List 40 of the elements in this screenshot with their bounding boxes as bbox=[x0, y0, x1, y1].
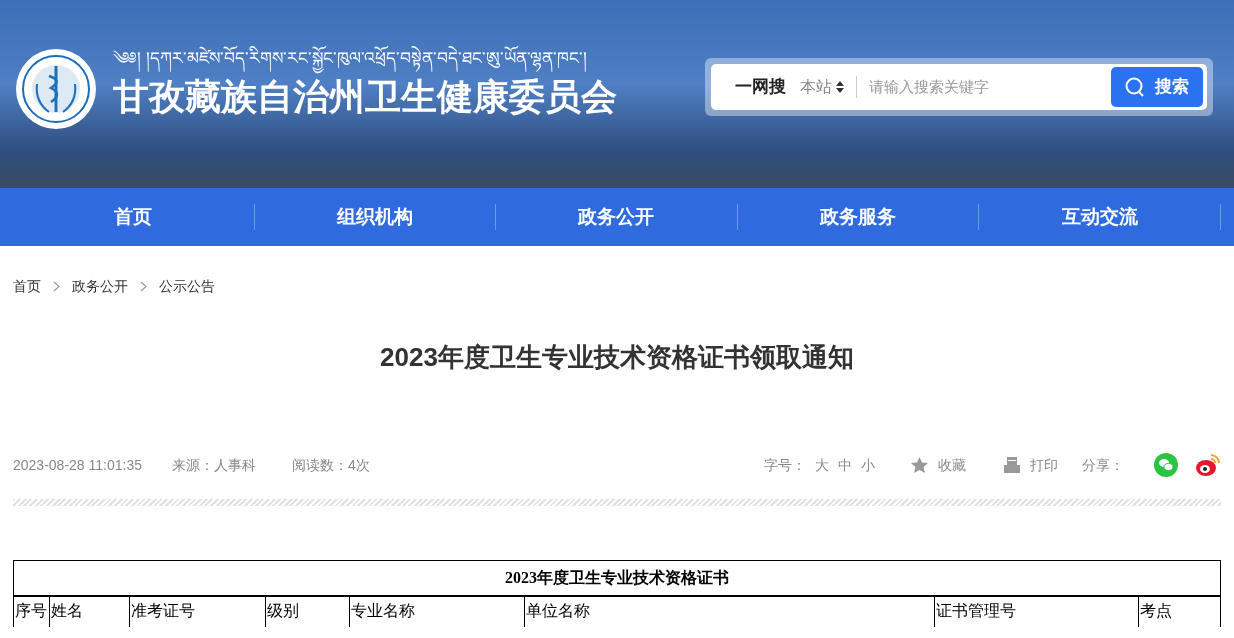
view-count: 阅读数：4次 bbox=[291, 455, 370, 475]
column-header: 级别 bbox=[266, 597, 350, 627]
font-size-option[interactable]: 小 bbox=[861, 454, 875, 476]
font-size-option[interactable]: 中 bbox=[838, 454, 852, 476]
weibo-icon[interactable] bbox=[1195, 453, 1221, 477]
favorite-link[interactable]: 收藏 bbox=[938, 454, 966, 476]
article-source: 来源：人事科 bbox=[171, 455, 256, 475]
article-title: 2023年度卫生专业技术资格证书领取通知 bbox=[379, 341, 855, 374]
star-icon bbox=[911, 457, 928, 473]
column-header: 序号 bbox=[14, 597, 50, 627]
nav-link[interactable]: 政务公开 bbox=[496, 202, 737, 232]
table-caption: 2023年度卫生专业技术资格证书 bbox=[14, 561, 1220, 597]
breadcrumb-link[interactable]: 首页 bbox=[13, 275, 41, 297]
print-link[interactable]: 打印 bbox=[1030, 454, 1058, 476]
site-name: 甘孜藏族自治州卫生健康委员会 bbox=[113, 75, 617, 119]
breadcrumb-link[interactable]: 政务公开 bbox=[72, 275, 128, 297]
search-icon bbox=[1125, 77, 1145, 97]
printer-icon bbox=[1004, 457, 1020, 473]
breadcrumb-link[interactable]: 公示公告 bbox=[159, 275, 215, 297]
chevron-right-icon bbox=[53, 280, 60, 292]
column-header: 姓名 bbox=[50, 597, 130, 627]
share-label: 分享： bbox=[1082, 455, 1124, 475]
chevron-right-icon bbox=[140, 280, 147, 292]
search-label: 一网搜 bbox=[735, 76, 786, 99]
column-header: 准考证号 bbox=[130, 597, 266, 627]
nav-link[interactable]: 互动交流 bbox=[979, 202, 1220, 232]
nav-link[interactable]: 首页 bbox=[13, 202, 254, 232]
column-header: 单位名称 bbox=[525, 597, 935, 627]
publish-date: 2023-08-28 11:01:35 bbox=[13, 455, 142, 475]
sort-caret-icon bbox=[836, 81, 844, 93]
search-button[interactable]: 搜索 bbox=[1111, 67, 1203, 107]
nav-link[interactable]: 政务服务 bbox=[737, 202, 979, 232]
column-header: 证书管理号 bbox=[935, 597, 1139, 627]
search-input[interactable]: 请输入搜索关键字 bbox=[869, 75, 1111, 99]
font-size-label: 字号： bbox=[764, 455, 806, 475]
column-header: 专业名称 bbox=[350, 597, 525, 627]
font-size-option[interactable]: 大 bbox=[815, 454, 829, 476]
nav-link[interactable]: 组织机构 bbox=[254, 202, 496, 232]
column-header: 考点 bbox=[1139, 601, 1173, 621]
scope-select[interactable]: 本站 bbox=[800, 75, 844, 99]
